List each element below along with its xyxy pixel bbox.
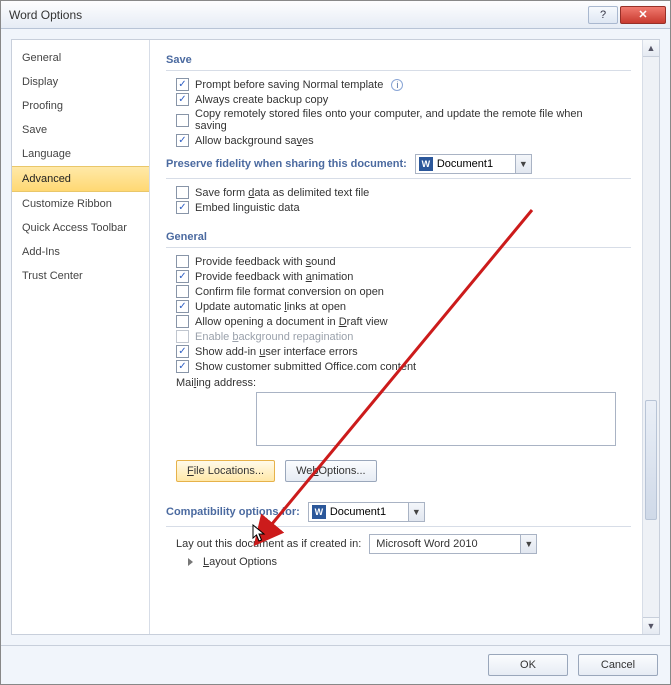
cancel-button[interactable]: Cancel [578, 654, 658, 676]
compat-document-combo[interactable]: W Document1 ▼ [308, 502, 425, 522]
chevron-down-icon: ▼ [408, 503, 424, 521]
options-content: Save Prompt before saving Normal templat… [150, 40, 659, 634]
checkbox-open-draft[interactable] [176, 315, 189, 328]
label-update-links: Update automatic links at open [195, 301, 346, 313]
label-bg-repagination: Enable background repagination [195, 331, 353, 343]
web-options-button[interactable]: Web Options... [285, 460, 377, 482]
sidebar-item-save[interactable]: Save [12, 118, 149, 142]
label-addin-errors: Show add-in user interface errors [195, 346, 358, 358]
label-confirm-convert: Confirm file format conversion on open [195, 286, 384, 298]
label-copy-remote: Copy remotely stored files onto your com… [195, 108, 595, 132]
general-section-heading: General [166, 225, 631, 248]
window-title: Word Options [9, 8, 82, 22]
sidebar-item-display[interactable]: Display [12, 70, 149, 94]
word-options-dialog: Word Options ? ✕ General Display Proofin… [0, 0, 671, 685]
titlebar: Word Options ? ✕ [1, 1, 670, 29]
checkbox-addin-errors[interactable] [176, 345, 189, 358]
preserve-document-combo[interactable]: W Document1 ▼ [415, 154, 532, 174]
sidebar-item-trust-center[interactable]: Trust Center [12, 264, 149, 288]
checkbox-feedback-animation[interactable] [176, 270, 189, 283]
compat-heading: Compatibility options for: [166, 506, 300, 518]
info-icon[interactable]: i [391, 79, 403, 91]
checkbox-bg-repagination [176, 330, 189, 343]
sidebar-item-proofing[interactable]: Proofing [12, 94, 149, 118]
label-embed-linguistic: Embed linguistic data [195, 202, 300, 214]
checkbox-confirm-convert[interactable] [176, 285, 189, 298]
chevron-down-icon: ▼ [520, 535, 536, 553]
ok-button[interactable]: OK [488, 654, 568, 676]
label-backup-copy: Always create backup copy [195, 94, 328, 106]
label-bg-save: Allow background saves [195, 135, 314, 147]
label-feedback-animation: Provide feedback with animation [195, 271, 353, 283]
sidebar-item-language[interactable]: Language [12, 142, 149, 166]
label-feedback-sound: Provide feedback with sound [195, 256, 336, 268]
sidebar-item-general[interactable]: General [12, 46, 149, 70]
sidebar-item-add-ins[interactable]: Add-Ins [12, 240, 149, 264]
sidebar-item-quick-access-toolbar[interactable]: Quick Access Toolbar [12, 216, 149, 240]
scroll-up-icon[interactable]: ▲ [643, 40, 659, 57]
scroll-thumb[interactable] [645, 400, 657, 520]
scroll-down-icon[interactable]: ▼ [643, 617, 659, 634]
chevron-down-icon: ▼ [515, 155, 531, 173]
sidebar-item-customize-ribbon[interactable]: Customize Ribbon [12, 192, 149, 216]
file-locations-button[interactable]: File Locations... [176, 460, 275, 482]
checkbox-embed-linguistic[interactable] [176, 201, 189, 214]
dialog-buttons: OK Cancel [1, 645, 670, 684]
checkbox-feedback-sound[interactable] [176, 255, 189, 268]
checkbox-customer-content[interactable] [176, 360, 189, 373]
checkbox-prompt-normal[interactable] [176, 78, 189, 91]
save-section-heading: Save [166, 48, 631, 71]
word-icon: W [312, 505, 326, 519]
label-customer-content: Show customer submitted Office.com conte… [195, 361, 416, 373]
checkbox-bg-save[interactable] [176, 134, 189, 147]
checkbox-copy-remote[interactable] [176, 114, 189, 127]
layout-version-combo[interactable]: Microsoft Word 2010 ▼ [369, 534, 537, 554]
label-prompt-normal: Prompt before saving Normal template [195, 79, 383, 91]
word-icon: W [419, 157, 433, 171]
mailing-address-field[interactable] [256, 392, 616, 446]
category-sidebar: General Display Proofing Save Language A… [12, 40, 150, 634]
preserve-heading: Preserve fidelity when sharing this docu… [166, 158, 407, 170]
checkbox-update-links[interactable] [176, 300, 189, 313]
label-layout-as-created: Lay out this document as if created in: [176, 538, 361, 550]
label-save-form-data: Save form data as delimited text file [195, 187, 369, 199]
checkbox-backup-copy[interactable] [176, 93, 189, 106]
label-mailing-address: Mailing address: [176, 375, 256, 389]
expand-icon[interactable] [188, 558, 193, 566]
label-open-draft: Allow opening a document in Draft view [195, 316, 388, 328]
sidebar-item-advanced[interactable]: Advanced [12, 166, 149, 192]
checkbox-save-form-data[interactable] [176, 186, 189, 199]
vertical-scrollbar[interactable]: ▲ ▼ [642, 40, 659, 634]
help-button[interactable]: ? [588, 6, 618, 24]
layout-options-tree[interactable]: Layout Options [203, 556, 277, 568]
close-button[interactable]: ✕ [620, 6, 666, 24]
